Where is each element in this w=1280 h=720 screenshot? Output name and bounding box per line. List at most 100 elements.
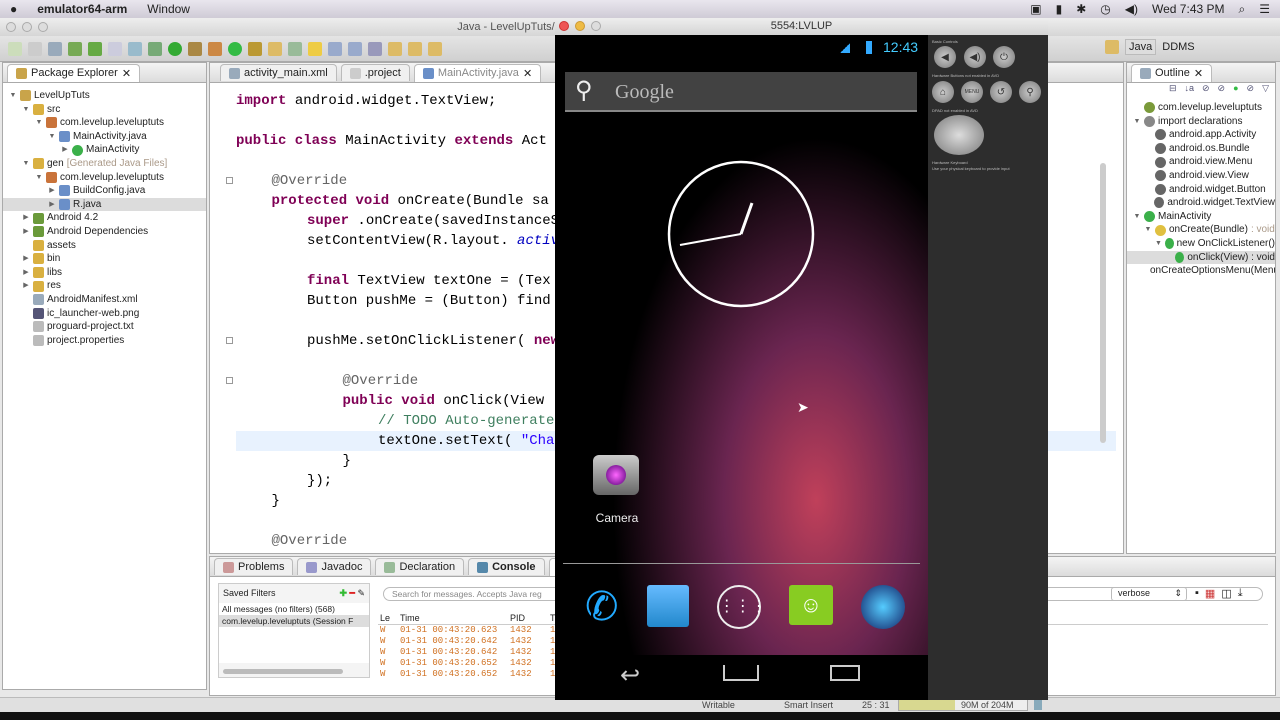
show-whitespace-icon[interactable] [348, 41, 362, 56]
heap-status[interactable]: 90M of 204M [898, 699, 1028, 711]
tree-item[interactable]: proguard-project.txt [3, 320, 206, 334]
search-hw-button[interactable]: ⚲ [1019, 81, 1041, 103]
new-icon[interactable] [8, 41, 22, 56]
phone-app-icon[interactable]: ✆ [585, 585, 619, 629]
tab-console[interactable]: Console [468, 558, 545, 575]
hide-nonpublic-icon[interactable]: ● [1233, 83, 1238, 99]
expand-arrow-icon[interactable]: ▶ [22, 252, 30, 266]
recent-apps-button[interactable] [830, 665, 860, 681]
code-line[interactable]: // TODO Auto-generate [236, 411, 581, 431]
clipboard-icon[interactable]: ▮ [1056, 2, 1063, 16]
close-icon[interactable]: ✕ [1194, 67, 1203, 80]
code-line[interactable]: final TextView textOne = (Tex [236, 271, 581, 291]
tree-item[interactable]: android.app.Activity [1127, 128, 1275, 142]
emu-zoom-button[interactable] [591, 21, 601, 31]
tab-activity-main-xml[interactable]: activity_main.xml [220, 64, 337, 81]
clear-log-icon[interactable]: ▦ [1205, 587, 1215, 600]
code-line[interactable]: } [236, 451, 581, 471]
code-line[interactable]: @Override [236, 371, 581, 391]
home-button[interactable] [723, 665, 759, 681]
external-tools-icon[interactable] [188, 41, 202, 56]
expand-arrow-icon[interactable]: ▼ [35, 116, 43, 130]
code-line[interactable]: super .onCreate(savedInstanceS [236, 211, 581, 231]
tree-item[interactable]: ▶ Android Dependencies [3, 225, 206, 239]
menu-window[interactable]: Window [137, 2, 200, 16]
lint-icon[interactable] [108, 41, 122, 56]
fold-icon[interactable] [226, 337, 233, 344]
tree-item[interactable]: ▼ onCreate(Bundle): void [1127, 223, 1275, 237]
tree-item[interactable]: ▼ new OnClickListener() [1127, 237, 1275, 251]
code-line[interactable]: public void onClick(View [236, 391, 581, 411]
expand-arrow-icon[interactable]: ▶ [61, 143, 69, 157]
code-line[interactable]: Button pushMe = (Button) find [236, 291, 581, 311]
messaging-app-icon[interactable]: ☺ [788, 585, 833, 625]
volume-icon[interactable]: ◀) [1125, 2, 1138, 16]
expand-arrow-icon[interactable]: ▼ [35, 171, 43, 185]
tree-item[interactable]: onClick(View) : void [1127, 250, 1275, 265]
emu-close-button[interactable] [559, 21, 569, 31]
remove-filter-icon[interactable]: ━ [350, 588, 355, 598]
notification-list-icon[interactable]: ☰ [1259, 2, 1270, 16]
tree-item[interactable]: ▶ libs [3, 266, 206, 280]
volume-down-button[interactable]: ◀ [934, 46, 956, 68]
open-perspective-icon[interactable] [1105, 40, 1119, 54]
tree-item[interactable]: ic_launcher-web.png [3, 307, 206, 321]
expand-arrow-icon[interactable]: ▼ [48, 130, 56, 144]
zoom-button[interactable] [38, 22, 48, 32]
log-level-select[interactable]: verbose ⇕ [1111, 587, 1187, 601]
tree-item[interactable]: ▼ com.levelup.leveluptuts [3, 116, 206, 130]
column-header[interactable]: Time [398, 613, 508, 624]
pin-icon[interactable] [368, 41, 382, 56]
filters-scrollbar[interactable] [223, 669, 343, 674]
android-screen[interactable]: 12:43 ⚲ Google Camera ✆ ⋮⋮⋮ ☺ ↩ ➤ [555, 35, 928, 700]
bluetooth-icon[interactable]: ✱ [1076, 2, 1086, 16]
new-android-icon[interactable] [128, 41, 142, 56]
add-filter-icon[interactable]: ✚ [339, 588, 347, 598]
perspective-java[interactable]: Java [1125, 39, 1157, 55]
tab-javadoc[interactable]: Javadoc [297, 558, 372, 575]
tree-item[interactable]: com.levelup.leveluptuts [1127, 101, 1275, 115]
fold-icon[interactable] [226, 377, 233, 384]
tree-item[interactable]: ▶ MainActivity [3, 143, 206, 157]
app-drawer-icon[interactable]: ⋮⋮⋮ [716, 585, 767, 629]
close-icon[interactable]: ✕ [523, 67, 532, 80]
tree-item[interactable]: ▶ res [3, 279, 206, 293]
collapse-all-icon[interactable]: ⊟ [1169, 83, 1177, 99]
spotlight-icon[interactable]: ⌕ [1239, 2, 1246, 17]
tree-item[interactable]: ▼ com.levelup.leveluptuts [3, 171, 206, 185]
emu-minimize-button[interactable] [575, 21, 585, 31]
expand-arrow-icon[interactable]: ▼ [9, 89, 17, 103]
edit-filter-icon[interactable]: ✎ [357, 588, 365, 598]
back-button[interactable]: ↩ [620, 661, 640, 690]
time-machine-icon[interactable]: ◷ [1100, 2, 1110, 16]
menu-hw-button[interactable]: MENU [961, 81, 983, 103]
expand-arrow-icon[interactable]: ▼ [22, 157, 30, 171]
expand-arrow-icon[interactable]: ▼ [1133, 115, 1141, 129]
tree-item[interactable]: ▶ R.java [3, 197, 206, 212]
tree-item[interactable]: ▶ bin [3, 252, 206, 266]
run-icon[interactable] [168, 41, 182, 56]
tree-item[interactable]: ▶ Android 4.2 [3, 211, 206, 225]
expand-arrow-icon[interactable]: ▶ [22, 211, 30, 225]
new-class-icon[interactable] [228, 41, 242, 56]
code-line[interactable]: import android.widget.TextView; [236, 91, 581, 111]
expand-arrow-icon[interactable]: ▶ [22, 225, 30, 239]
dpad[interactable] [934, 115, 984, 155]
tree-item[interactable]: assets [3, 239, 206, 253]
sdk-manager-icon[interactable] [68, 41, 82, 56]
code-line[interactable]: public class MainActivity extends Act [236, 131, 581, 151]
expand-arrow-icon[interactable]: ▶ [22, 266, 30, 280]
tab-declaration[interactable]: Declaration [375, 558, 465, 575]
minimize-button[interactable] [22, 22, 32, 32]
tree-item[interactable]: ▼ gen [Generated Java Files] [3, 157, 206, 171]
debug-icon[interactable] [148, 41, 162, 56]
filter-session[interactable]: com.levelup.leveluptuts (Session F [219, 615, 369, 627]
toggle-mark-icon[interactable] [288, 41, 302, 56]
close-icon[interactable]: ✕ [122, 67, 131, 80]
code-line[interactable]: pushMe.setOnClickListener( new [236, 331, 581, 351]
tree-item[interactable]: android.widget.TextView [1127, 196, 1275, 210]
tree-item[interactable]: ▼ import declarations [1127, 115, 1275, 129]
contacts-app-icon[interactable] [646, 585, 689, 627]
code-line[interactable]: setContentView(R.layout. activ [236, 231, 581, 251]
tree-item[interactable]: android.widget.Button [1127, 183, 1275, 197]
